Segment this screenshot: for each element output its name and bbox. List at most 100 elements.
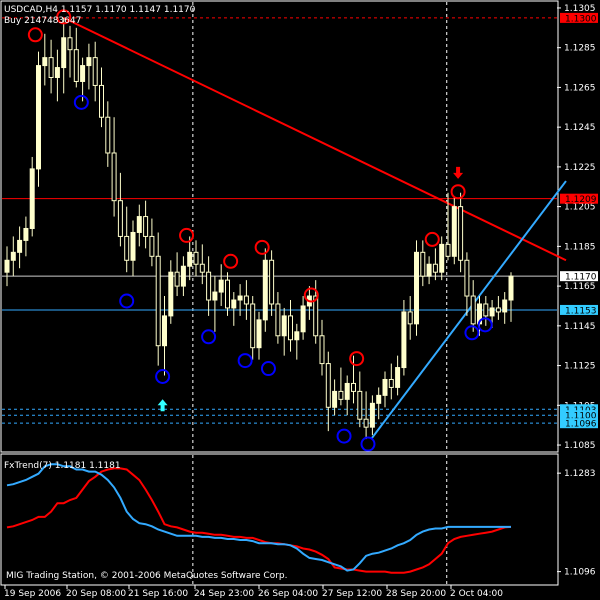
candle-body [105,116,111,154]
indicator-tick-label: 1.1096 [564,568,596,578]
candle-body [262,259,268,321]
candle-body [382,378,388,396]
mt4-chart[interactable]: 1.13051.12851.12651.12451.12251.12051.11… [0,0,600,600]
candle-body [483,303,489,317]
candle-body [180,265,186,287]
candle-body [29,168,35,229]
candle-body [86,57,92,67]
candle-body [99,84,104,118]
candle-body [376,394,382,404]
candle-body [143,216,149,237]
candle-body [288,315,293,341]
candle-body [36,65,41,170]
candle-body [54,67,60,78]
candle-body [4,259,10,273]
candle-body [458,206,464,261]
price-tick-label: 1.1225 [564,163,596,173]
candle-body [162,315,167,347]
time-tick-label: 26 Sep 04:00 [258,589,318,599]
candle-body [67,37,73,51]
price-tag: 1.1209 [560,193,598,205]
candle [36,51,41,187]
candle [29,156,35,237]
price-tag-label: 1.1153 [565,306,597,316]
price-tick-label: 1.1265 [564,83,596,93]
candle-body [432,263,438,273]
price-tag-label: 1.1170 [565,273,597,283]
candle-body [23,227,29,241]
candle-body [174,271,180,287]
candle-body [111,152,117,202]
candle-body [464,259,470,297]
price-tick-label: 1.1245 [564,123,596,133]
candle-body [42,57,48,67]
candle-body [445,243,451,257]
candle-body [420,251,426,277]
candle-body [275,303,281,337]
candle-body [218,279,224,293]
candle-body [470,295,476,325]
candle-body [319,335,325,365]
price-tick-label: 1.1125 [564,362,596,372]
candle-body [256,319,262,349]
candle-body [61,37,67,69]
candle-body [168,271,174,317]
candle-body [281,315,287,337]
time-tick-label: 20 Sep 08:00 [66,589,126,599]
candle-body [388,378,394,388]
candle-body [357,390,363,420]
candle-body [325,363,331,408]
candle-body [508,275,514,301]
indicator-tick-label: 1.1283 [564,469,596,479]
time-tick-label: 28 Sep 20:00 [386,589,446,599]
price-tag: 1.1096 [560,418,598,430]
candle-body [124,235,130,261]
candle-body [395,367,401,388]
price-tick-label: 1.1305 [564,4,596,14]
time-tick-label: 24 Sep 23:00 [194,589,254,599]
price-tick-label: 1.1185 [564,242,596,252]
candle-body [193,251,199,265]
price-tag-label: 1.1300 [565,14,597,24]
candle-body [136,216,142,233]
time-tick-label: 27 Sep 12:00 [322,589,382,599]
order-label: Buy 2147483647 [4,16,81,26]
candle-body [225,279,230,309]
candle-body [130,231,136,261]
candle-body [363,418,369,428]
indicator-title: FxTrend(7) 1.1181 1.1181 [4,461,121,471]
time-tick-label: 21 Sep 16:00 [128,589,188,599]
candle-body [92,57,98,86]
candle-body [17,239,23,253]
price-tag: 1.1170 [560,271,598,283]
candle-body [426,263,432,277]
price-tag: 1.1300 [560,12,598,24]
copyright-text: MIG Trading Station, © 2001-2006 MetaQuo… [6,571,288,581]
price-tag-label: 1.1096 [565,420,597,430]
candle-body [401,311,407,369]
candle-body [73,49,79,82]
price-tag: 1.1153 [560,304,598,316]
price-tick-label: 1.1285 [564,44,596,54]
candle-body [206,271,212,301]
candle-body [10,251,16,261]
price-axis: 1.13051.12851.12651.12451.12251.12051.11… [557,4,596,578]
time-tick-label: 19 Sep 2006 [4,589,61,599]
candle-body [332,390,338,408]
candle-body [439,243,445,273]
candle [414,240,419,336]
candle-body [187,251,193,267]
candle-body [495,307,501,313]
candle-body [269,259,275,305]
candle-body [48,57,54,78]
candle [262,248,268,332]
candle-body [243,295,249,305]
candle [451,196,457,265]
price-tick-label: 1.1085 [564,441,596,451]
candle-body [250,303,256,349]
candle-body [300,305,306,333]
candle-body [351,382,356,392]
candle-body [414,251,419,325]
time-axis: 19 Sep 2006 20 Sep 08:00 21 Sep 16:00 24 Se… [4,585,503,599]
candle-body [231,299,237,309]
